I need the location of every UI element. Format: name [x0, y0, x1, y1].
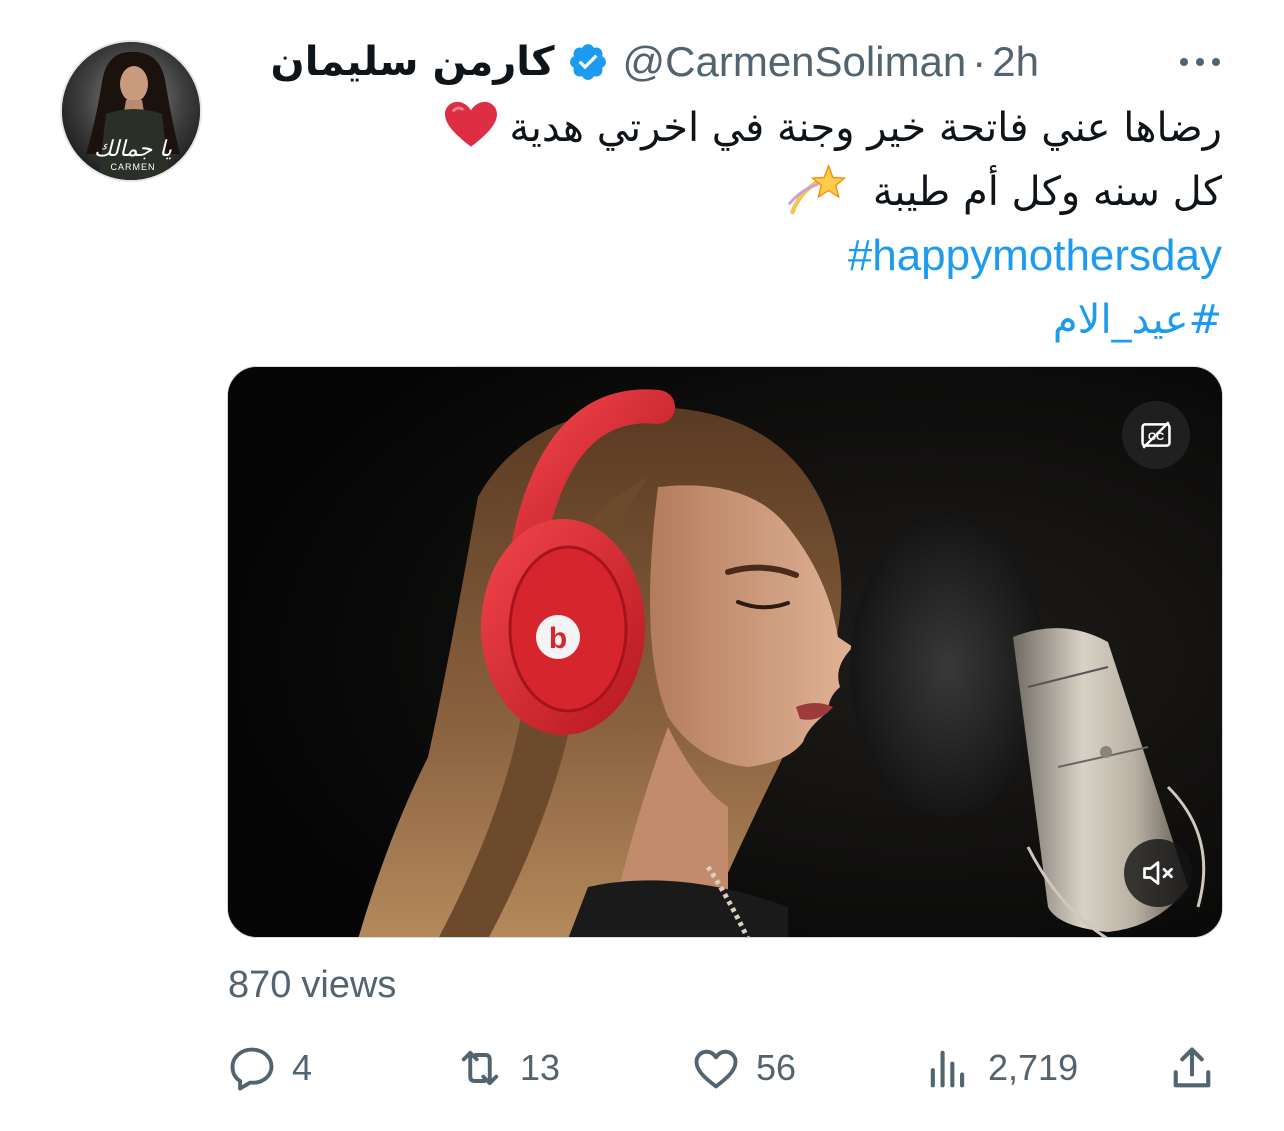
timestamp[interactable]: 2h: [992, 38, 1039, 86]
heart-emoji-icon: [444, 101, 497, 147]
reply-icon: [230, 1047, 274, 1091]
mute-button[interactable]: [1124, 839, 1192, 907]
action-bar: 4 13 56 2,719: [226, 1038, 1226, 1098]
analytics-button[interactable]: 2,719: [922, 1038, 1078, 1098]
video-frame: b: [228, 367, 1222, 937]
reply-button[interactable]: 4: [226, 1038, 312, 1098]
view-count-number: 870: [228, 964, 292, 1006]
avatar-brand: CARMEN: [110, 162, 155, 172]
more-dot-icon: [1196, 58, 1204, 66]
analytics-count: 2,719: [988, 1047, 1079, 1088]
reply-count: 4: [292, 1047, 313, 1088]
closed-captions-off-icon: CC: [1141, 421, 1171, 449]
heart-icon: [694, 1049, 738, 1089]
tweet-text-line-2: كل سنه وكل أم طيبة: [222, 160, 1222, 224]
more-dot-icon: [1180, 58, 1188, 66]
like-button[interactable]: 56: [690, 1038, 796, 1098]
retweet-button[interactable]: 13: [454, 1038, 560, 1098]
video-player[interactable]: b CC: [227, 366, 1223, 938]
tweet-text: رضاها عني فاتحة خير وجنة في اخرتي هدية ك…: [222, 96, 1222, 352]
avatar[interactable]: يا جمالك CARMEN: [60, 40, 202, 182]
retweet-icon: [461, 1050, 499, 1086]
avatar-caption: يا جمالك: [94, 137, 172, 162]
hashtag-happymothersday[interactable]: #happymothersday: [222, 224, 1222, 288]
muted-speaker-icon: [1143, 861, 1173, 885]
tweet-text-line-1-text: رضاها عني فاتحة خير وجنة في اخرتي هدية: [509, 105, 1222, 151]
hashtag-eid-al-um[interactable]: #عيد_الام: [222, 288, 1222, 352]
tweet-text-line-2-text: كل سنه وكل أم طيبة: [872, 169, 1222, 215]
analytics-bars-icon: [930, 1050, 965, 1088]
retweet-count: 13: [520, 1047, 561, 1088]
like-count: 56: [756, 1047, 797, 1088]
user-handle[interactable]: @CarmenSoliman: [623, 38, 967, 86]
more-options-button[interactable]: [1170, 44, 1230, 80]
captions-button[interactable]: CC: [1122, 401, 1190, 469]
tweet-header: كارمن سليمان @CarmenSoliman · 2h: [271, 34, 1039, 90]
verified-badge-icon: [567, 41, 609, 83]
more-dot-icon: [1212, 58, 1220, 66]
separator-dot: ·: [972, 38, 987, 85]
view-count-label: views: [301, 964, 397, 1006]
share-button[interactable]: [1166, 1038, 1218, 1098]
dizzy-star-emoji-icon: [788, 163, 847, 215]
headphone-brand: b: [549, 622, 567, 655]
share-icon: [1173, 1047, 1211, 1088]
display-name[interactable]: كارمن سليمان: [271, 39, 555, 85]
view-count: 870 views: [228, 964, 406, 1007]
tweet-text-line-1: رضاها عني فاتحة خير وجنة في اخرتي هدية: [222, 96, 1222, 160]
